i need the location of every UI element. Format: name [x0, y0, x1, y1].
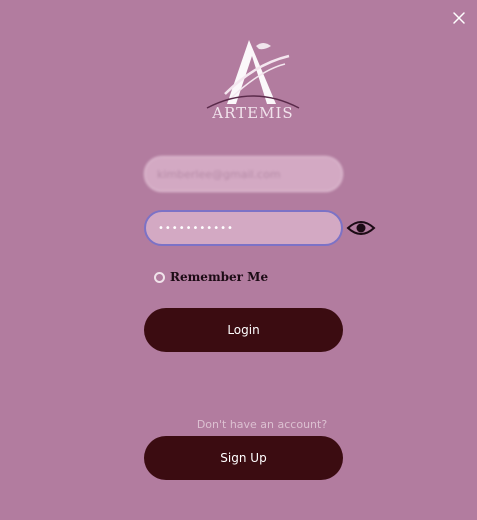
close-icon[interactable] — [450, 9, 468, 27]
password-field[interactable]: ••••••••••• — [144, 210, 343, 246]
password-masked-value: ••••••••••• — [158, 222, 234, 234]
email-field[interactable] — [144, 156, 343, 192]
signup-prompt: Don't have an account? — [196, 418, 328, 431]
remember-me-label: Remember Me — [170, 270, 269, 284]
login-window: ARTEMIS ••••••••••• Remember Me Login Do… — [0, 0, 477, 520]
login-button[interactable]: Login — [144, 308, 343, 352]
remember-me-toggle[interactable]: Remember Me — [154, 270, 268, 284]
remember-me-radio[interactable] — [154, 271, 165, 283]
signup-button[interactable]: Sign Up — [144, 436, 343, 480]
eye-icon[interactable] — [346, 218, 376, 238]
brand-name: ARTEMIS — [212, 104, 294, 122]
